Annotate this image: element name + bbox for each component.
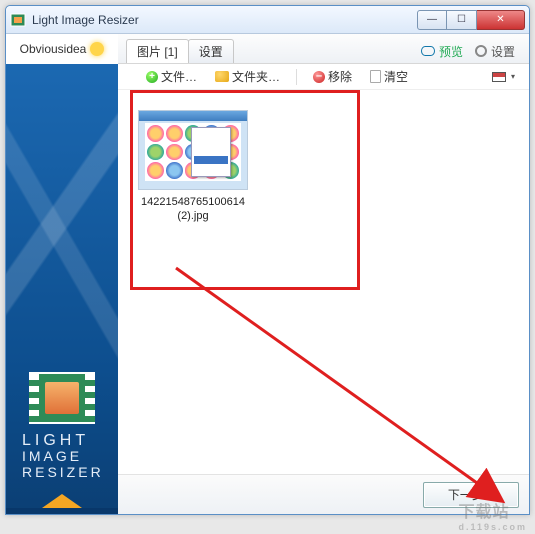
window-title: Light Image Resizer [32,13,417,27]
clear-label: 清空 [384,68,408,85]
app-icon [10,12,26,28]
brand-text: LIGHT IMAGE RESIZER [14,432,104,486]
separator [296,69,297,85]
view-mode-button[interactable]: ▾ [488,67,519,87]
next-button[interactable]: 下一步 > [423,482,519,508]
gear-icon [475,45,487,57]
tab-images[interactable]: 图片 [1] [126,39,189,63]
add-file-button[interactable]: 文件… [142,67,201,87]
remove-button[interactable]: 移除 [309,67,356,87]
toolbar: 文件… 文件夹… 移除 清空 ▾ [118,64,529,90]
sidebar-foot [6,508,118,514]
chevron-down-icon: ▾ [511,72,515,81]
clear-button[interactable]: 清空 [366,67,412,87]
plus-icon [146,71,158,83]
add-file-label: 文件… [161,68,197,85]
maximize-button[interactable]: ☐ [447,10,477,30]
folder-icon [215,71,229,82]
settings-link[interactable]: 设置 [469,39,521,63]
close-button[interactable]: ✕ [477,10,525,30]
preview-label: 预览 [439,43,463,60]
thumbnail [138,110,248,190]
brand-line2: IMAGE [22,449,104,464]
thumbnail-filename: 14221548765100614 (2).jpg [138,196,248,224]
company-brand: Obviousidea [6,34,118,64]
add-folder-button[interactable]: 文件夹… [211,67,284,87]
eye-icon [421,46,435,56]
expander-button[interactable] [42,494,82,508]
sidebar: Obviousidea LIGHT IMAGE RESIZER [6,34,118,514]
main-panel: 图片 [1] 设置 预览 设置 文件… [118,34,529,514]
company-name: Obviousidea [20,42,87,56]
tab-bar: 图片 [1] 设置 预览 设置 [118,34,529,64]
window-body: Obviousidea LIGHT IMAGE RESIZER 图片 [1] 设… [6,34,529,514]
minus-icon [313,71,325,83]
titlebar[interactable]: Light Image Resizer — ☐ ✕ [6,6,529,34]
logo-block: LIGHT IMAGE RESIZER [6,364,118,494]
brand-line1: LIGHT [22,432,104,450]
brand-line3: RESIZER [22,465,104,480]
bulb-icon [90,42,104,56]
tab-settings[interactable]: 设置 [188,39,234,63]
minimize-button[interactable]: — [417,10,447,30]
preview-link[interactable]: 预览 [415,39,469,63]
add-folder-label: 文件夹… [232,68,280,85]
remove-label: 移除 [328,68,352,85]
page-icon [370,70,381,83]
app-window: Light Image Resizer — ☐ ✕ Obviousidea LI… [5,5,530,515]
footer: 下一步 > [118,474,529,514]
settings-label: 设置 [491,43,515,60]
sidebar-art [6,64,118,364]
watermark-url: d.119s.com [458,522,527,532]
window-buttons: — ☐ ✕ [417,10,525,30]
list-item[interactable]: 14221548765100614 (2).jpg [138,110,248,224]
view-icon [492,72,506,82]
app-logo-icon [29,372,95,424]
image-list-area[interactable]: 14221548765100614 (2).jpg [118,90,529,474]
